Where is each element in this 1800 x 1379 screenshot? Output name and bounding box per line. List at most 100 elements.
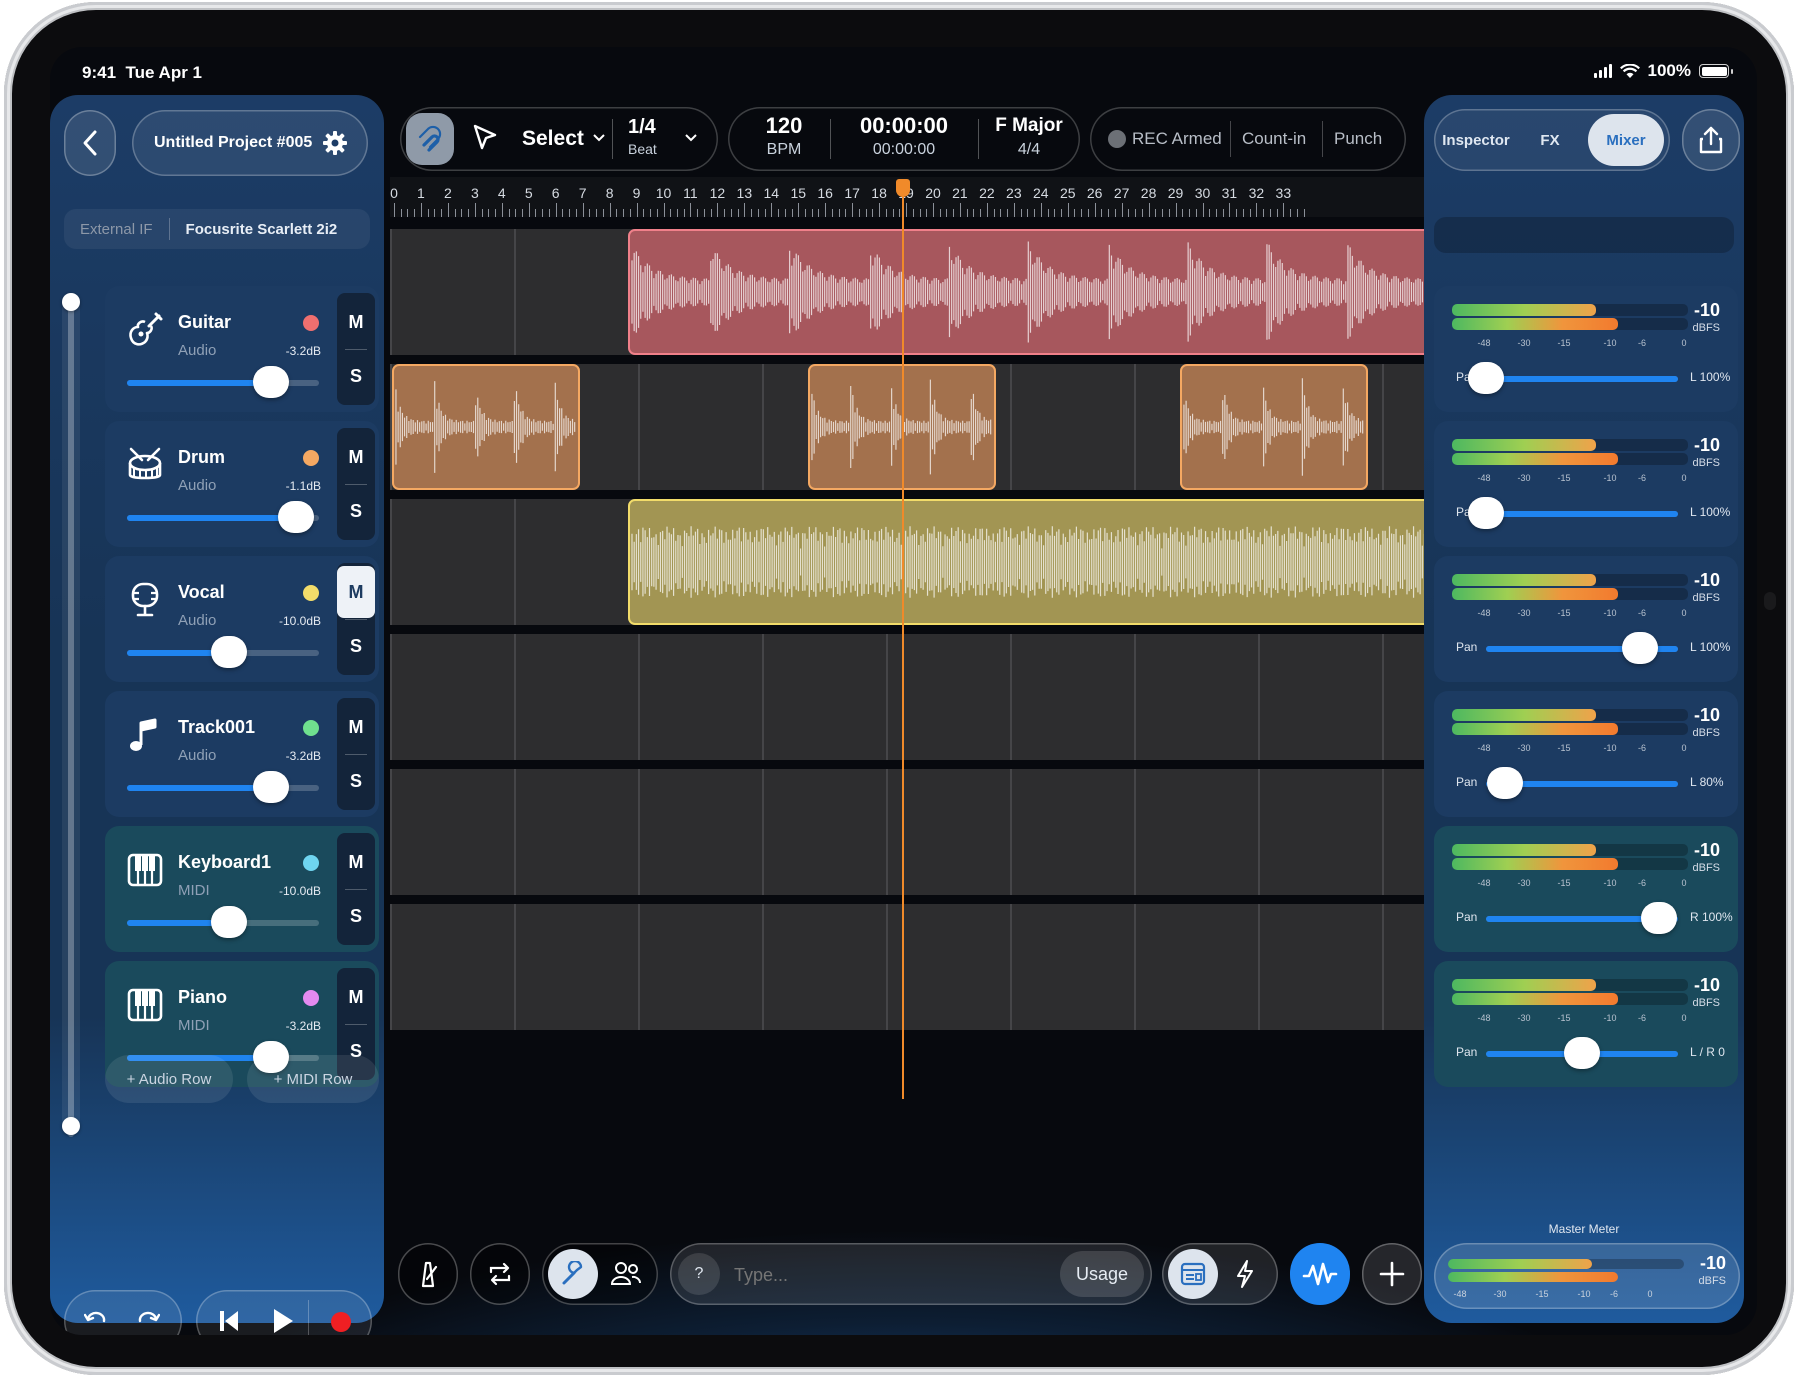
track-lane[interactable] [390,229,1468,355]
pan-thumb[interactable] [1621,632,1658,664]
play-icon[interactable] [272,1308,294,1334]
punch-toggle[interactable]: Punch [1334,129,1382,149]
track-scrollbar[interactable] [62,293,80,1137]
record-button[interactable] [331,1312,351,1332]
mute-button[interactable]: M [337,566,375,618]
loop-button[interactable] [470,1243,530,1305]
tools-button[interactable] [548,1249,598,1299]
arrangement-timeline[interactable]: 0123456789101112131415161718192021222324… [390,177,1468,1097]
command-input[interactable] [732,1257,986,1293]
track-name[interactable]: Piano [178,987,227,1008]
add-midi-row-button[interactable]: + MIDI Row [247,1055,379,1103]
track-header[interactable]: Guitar Audio -3.2dB M S [105,286,379,412]
rec-armed-toggle[interactable]: REC Armed [1132,129,1222,149]
tab-fx[interactable]: FX [1516,114,1584,166]
track-color-dot[interactable] [303,450,319,466]
chevron-down-icon[interactable] [684,133,698,143]
lightning-icon[interactable] [1234,1259,1256,1289]
pan-thumb[interactable] [1640,902,1677,934]
time-position[interactable]: 00:00:00 [842,113,966,139]
tab-mixer[interactable]: Mixer [1588,114,1664,166]
waveform-button[interactable] [1290,1243,1350,1305]
volume-slider[interactable] [127,501,319,533]
key-signature[interactable]: F Major [984,115,1074,137]
track-lane[interactable] [390,634,1424,760]
pan-slider[interactable] [1468,497,1678,529]
track-name[interactable]: Drum [178,447,225,468]
scroll-top-handle[interactable] [62,293,80,311]
volume-thumb[interactable] [210,636,247,668]
volume-thumb[interactable] [253,366,289,398]
snap-toggle-button[interactable] [406,113,454,165]
gear-icon[interactable] [322,130,348,156]
usage-button[interactable]: Usage [1060,1251,1144,1297]
project-title-pill[interactable]: Untitled Project #005 [132,110,368,176]
track-name[interactable]: Track001 [178,717,255,738]
time-signature[interactable]: 4/4 [984,141,1074,159]
volume-slider[interactable] [127,771,319,803]
track-lane[interactable] [390,364,1424,490]
mute-button[interactable]: M [337,296,375,348]
solo-button[interactable]: S [337,350,375,402]
pan-thumb[interactable] [1468,497,1504,529]
track-header[interactable]: Vocal Audio -10.0dB M S [105,556,379,682]
mixer-search-bar[interactable] [1434,217,1734,253]
volume-thumb[interactable] [277,501,314,533]
people-icon[interactable] [610,1260,642,1288]
tab-inspector[interactable]: Inspector [1440,114,1512,166]
pan-thumb[interactable] [1564,1037,1600,1069]
undo-icon[interactable] [84,1310,108,1332]
audio-clip[interactable] [392,364,580,490]
count-in-toggle[interactable]: Count-in [1242,129,1306,149]
track-lane[interactable] [390,499,1446,625]
rewind-icon[interactable] [218,1309,240,1333]
mute-button[interactable]: M [337,971,375,1023]
chevron-down-icon[interactable] [592,133,606,143]
redo-icon[interactable] [136,1310,160,1332]
tool-mode-label[interactable]: Select [522,127,584,151]
track-name[interactable]: Keyboard1 [178,852,271,873]
track-name[interactable]: Guitar [178,312,231,333]
track-color-dot[interactable] [303,990,319,1006]
pan-slider[interactable] [1486,632,1678,664]
browser-view-button[interactable] [1168,1249,1218,1299]
track-color-dot[interactable] [303,720,319,736]
pan-thumb[interactable] [1468,362,1504,394]
track-color-dot[interactable] [303,585,319,601]
solo-button[interactable]: S [337,485,375,537]
track-lane[interactable] [390,769,1424,895]
volume-slider[interactable] [127,366,319,398]
add-button[interactable] [1362,1243,1422,1305]
track-header[interactable]: Track001 Audio -3.2dB M S [105,691,379,817]
volume-slider[interactable] [127,906,319,938]
volume-thumb[interactable] [253,771,289,803]
mute-button[interactable]: M [337,431,375,483]
solo-button[interactable]: S [337,620,375,672]
pan-slider[interactable] [1468,362,1678,394]
back-button[interactable] [64,110,116,176]
track-header[interactable]: Keyboard1 MIDI -10.0dB M S [105,826,379,952]
audio-clip[interactable] [628,229,1468,355]
mute-button[interactable]: M [337,701,375,753]
solo-button[interactable]: S [337,890,375,942]
mute-button[interactable]: M [337,836,375,888]
volume-thumb[interactable] [210,906,247,938]
track-header[interactable]: Drum Audio -1.1dB M S [105,421,379,547]
solo-button[interactable]: S [337,755,375,807]
share-button[interactable] [1682,109,1740,171]
pan-slider[interactable] [1486,767,1678,799]
quantize-value[interactable]: 1/4 [628,116,656,139]
audio-clip[interactable] [1180,364,1368,490]
scroll-bottom-handle[interactable] [62,1117,80,1135]
track-name[interactable]: Vocal [178,582,225,603]
metronome-button[interactable] [398,1243,458,1305]
pan-slider[interactable] [1486,1037,1678,1069]
help-button[interactable]: ? [678,1253,720,1295]
pan-thumb[interactable] [1487,767,1524,799]
track-color-dot[interactable] [303,315,319,331]
add-audio-row-button[interactable]: + Audio Row [105,1055,233,1103]
pan-slider[interactable] [1486,902,1678,934]
track-color-dot[interactable] [303,855,319,871]
tempo-value[interactable]: 120 [754,113,814,139]
audio-clip[interactable] [628,499,1446,625]
